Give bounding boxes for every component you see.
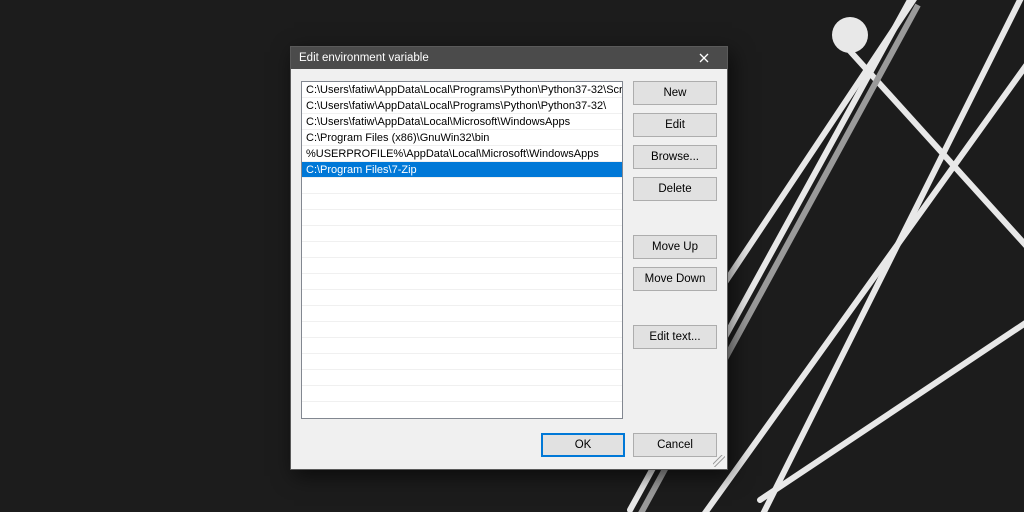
list-item[interactable]: C:\Program Files (x86)\GnuWin32\bin [302,130,622,146]
edit-text-button[interactable]: Edit text... [633,325,717,349]
side-buttons: New Edit Browse... Delete Move Up Move D… [633,81,717,419]
list-item [302,306,622,322]
list-item [302,354,622,370]
list-item[interactable]: C:\Users\fatiw\AppData\Local\Programs\Py… [302,82,622,98]
list-item [302,322,622,338]
list-item [302,290,622,306]
delete-button[interactable]: Delete [633,177,717,201]
move-up-button[interactable]: Move Up [633,235,717,259]
new-button[interactable]: New [633,81,717,105]
cancel-button[interactable]: Cancel [633,433,717,457]
list-item [302,210,622,226]
list-item [302,338,622,354]
resize-grip-icon[interactable] [713,455,725,467]
titlebar[interactable]: Edit environment variable [291,47,727,69]
list-item[interactable]: C:\Users\fatiw\AppData\Local\Programs\Py… [302,98,622,114]
edit-button[interactable]: Edit [633,113,717,137]
browse-button[interactable]: Browse... [633,145,717,169]
list-item [302,226,622,242]
dialog-footer: OK Cancel [291,429,727,469]
list-item [302,194,622,210]
dialog-body: C:\Users\fatiw\AppData\Local\Programs\Py… [291,69,727,429]
window-title: Edit environment variable [297,52,429,64]
ok-button[interactable]: OK [541,433,625,457]
path-listbox[interactable]: C:\Users\fatiw\AppData\Local\Programs\Py… [301,81,623,419]
list-item[interactable]: C:\Program Files\7-Zip [302,162,622,178]
list-item [302,242,622,258]
list-item [302,274,622,290]
list-item [302,370,622,386]
close-button[interactable] [687,49,721,67]
list-item [302,386,622,402]
list-item [302,258,622,274]
list-item[interactable]: %USERPROFILE%\AppData\Local\Microsoft\Wi… [302,146,622,162]
list-item [302,178,622,194]
list-item[interactable]: C:\Users\fatiw\AppData\Local\Microsoft\W… [302,114,622,130]
edit-env-var-dialog: Edit environment variable C:\Users\fatiw… [290,46,728,470]
move-down-button[interactable]: Move Down [633,267,717,291]
